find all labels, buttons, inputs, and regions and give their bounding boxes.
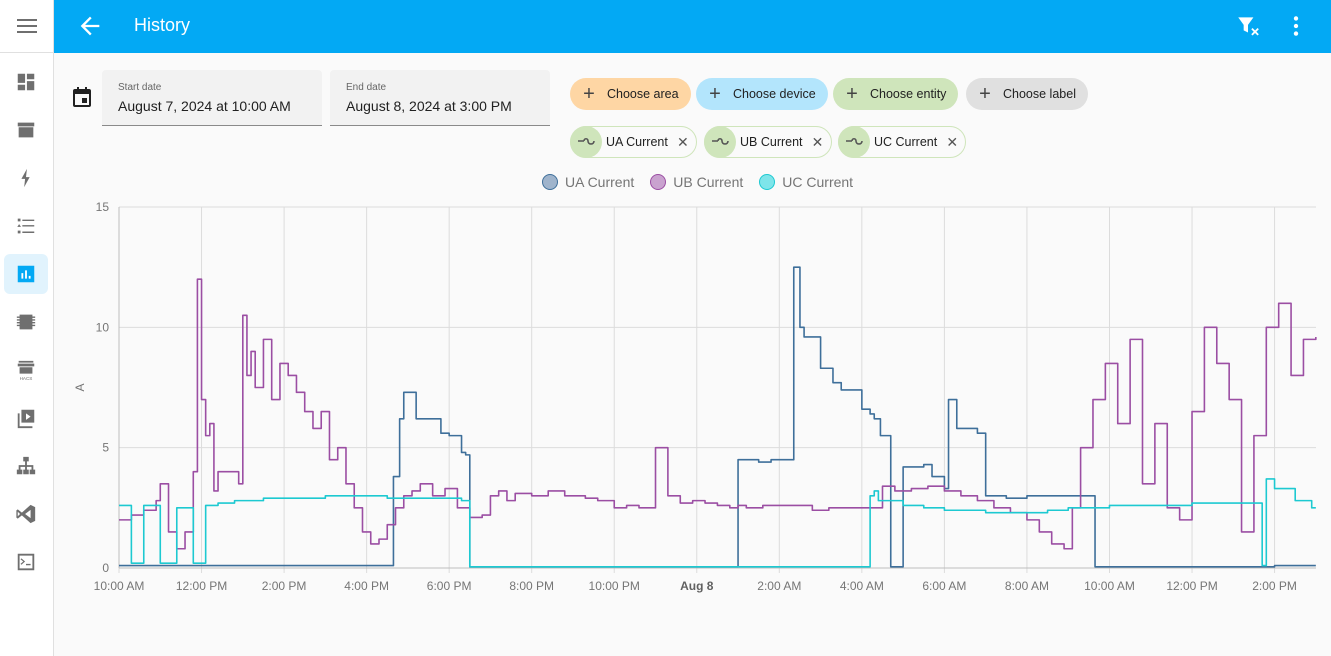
y-axis-label: A (73, 383, 87, 391)
legend-swatch (759, 174, 776, 190)
play-box-icon (17, 409, 35, 429)
start-date-field[interactable]: Start date August 7, 2024 at 10:00 AM (102, 70, 322, 126)
sitemap-icon (16, 456, 36, 475)
choose-entity-button[interactable]: + Choose entity (833, 78, 959, 110)
x-tick-label: Aug 8 (680, 579, 714, 593)
sidebar-item-vscode[interactable] (4, 494, 48, 534)
page-title: History (134, 15, 191, 35)
end-date-label: End date (346, 82, 387, 93)
chart-legend: UA Current UB Current UC Current (542, 174, 869, 190)
legend-item-ua[interactable]: UA Current (542, 174, 634, 190)
choose-device-button[interactable]: + Choose device (696, 78, 828, 110)
calendar-icon (73, 87, 91, 107)
x-tick-label: 10:00 AM (94, 579, 145, 593)
plus-icon: + (709, 83, 721, 105)
y-tick-label: 5 (102, 441, 109, 455)
filter-remove-icon[interactable] (1235, 13, 1261, 39)
x-tick-label: 4:00 AM (840, 579, 884, 593)
x-tick-label: 2:00 PM (262, 579, 307, 593)
svg-text:HACS: HACS (20, 376, 33, 381)
menu-button[interactable] (0, 0, 53, 53)
entity-chip-uc-current[interactable]: UC Current ✕ (838, 126, 967, 158)
entity-chip-label: UB Current (740, 135, 803, 149)
sidebar-item-history[interactable] (4, 254, 48, 294)
x-tick-label: 2:00 AM (757, 579, 801, 593)
plus-icon: + (979, 83, 991, 105)
series-line-ua-current (119, 266, 1316, 568)
series-line-uc-current (119, 478, 1316, 568)
x-tick-label: 12:00 PM (1166, 579, 1217, 593)
choose-area-label: Choose area (607, 87, 679, 101)
list-icon (17, 218, 35, 234)
sidebar-item-energy[interactable] (4, 158, 48, 198)
history-chart[interactable]: 0 5 10 15 10:00 AM 12:00 PM 2:00 PM 4:00 PM 6:00… (60, 195, 1331, 605)
entity-chip-ua-current[interactable]: UA Current ✕ (570, 126, 697, 158)
dashboard-icon (17, 73, 35, 91)
remove-icon[interactable]: ✕ (809, 134, 827, 151)
sidebar-item-map[interactable] (4, 110, 48, 150)
more-vert-icon[interactable] (1283, 13, 1309, 39)
series-line-ub-current (119, 278, 1317, 550)
remove-icon[interactable]: ✕ (674, 134, 692, 151)
store-icon: HACS (17, 360, 35, 381)
sidebar-item-media[interactable] (4, 398, 48, 438)
chip-icon (16, 314, 36, 330)
x-tick-label: 4:00 PM (344, 579, 389, 593)
x-tick-label: 12:00 PM (176, 579, 227, 593)
x-tick-label: 6:00 PM (427, 579, 472, 593)
chart-bar-icon (17, 265, 35, 283)
x-tick-label: 2:00 PM (1252, 579, 1297, 593)
legend-item-ub[interactable]: UB Current (650, 174, 743, 190)
legend-swatch (650, 174, 667, 190)
choose-label-button[interactable]: + Choose label (966, 78, 1088, 110)
current-ac-icon (704, 126, 736, 158)
y-tick-label: 10 (96, 320, 110, 334)
start-date-label: Start date (118, 82, 162, 93)
sidebar: HACS (0, 0, 54, 656)
x-tick-label: 10:00 PM (589, 579, 640, 593)
remove-icon[interactable]: ✕ (943, 134, 961, 151)
entity-chip-ub-current[interactable]: UB Current ✕ (704, 126, 832, 158)
back-arrow-icon[interactable] (76, 12, 104, 40)
x-tick-label: 8:00 PM (509, 579, 554, 593)
app-header: History (54, 0, 1331, 53)
terminal-icon (17, 553, 35, 571)
sidebar-item-logbook[interactable] (4, 206, 48, 246)
choose-device-label: Choose device (733, 87, 816, 101)
y-tick-label: 15 (96, 200, 110, 214)
sidebar-item-network[interactable] (4, 446, 48, 486)
current-ac-icon (570, 126, 602, 158)
sidebar-item-hacs[interactable]: HACS (4, 350, 48, 390)
legend-label: UC Current (782, 174, 854, 190)
y-tick-label: 0 (102, 561, 109, 575)
x-tick-label: 10:00 AM (1084, 579, 1135, 593)
legend-label: UA Current (565, 174, 635, 190)
end-date-value: August 8, 2024 at 3:00 PM (346, 98, 512, 114)
entity-chip-label: UC Current (874, 135, 938, 149)
sidebar-item-developer[interactable] (4, 302, 48, 342)
lightning-icon (21, 168, 30, 188)
plus-icon: + (583, 83, 595, 105)
x-tick-label: 8:00 AM (1005, 579, 1049, 593)
x-tick-label: 6:00 AM (922, 579, 966, 593)
sidebar-item-overview[interactable] (4, 62, 48, 102)
archive-box-icon (17, 122, 35, 138)
sidebar-item-terminal[interactable] (4, 542, 48, 582)
start-date-value: August 7, 2024 at 10:00 AM (118, 98, 291, 114)
choose-entity-label: Choose entity (870, 87, 947, 101)
current-ac-icon (838, 126, 870, 158)
legend-label: UB Current (673, 174, 744, 190)
end-date-field[interactable]: End date August 8, 2024 at 3:00 PM (330, 70, 550, 126)
choose-area-button[interactable]: + Choose area (570, 78, 691, 110)
vscode-icon (16, 504, 36, 524)
hamburger-icon (16, 19, 37, 33)
legend-swatch (542, 174, 558, 190)
plus-icon: + (846, 83, 858, 105)
entity-chip-label: UA Current (606, 135, 668, 149)
legend-item-uc[interactable]: UC Current (759, 174, 853, 190)
choose-label-label: Choose label (1003, 87, 1076, 101)
